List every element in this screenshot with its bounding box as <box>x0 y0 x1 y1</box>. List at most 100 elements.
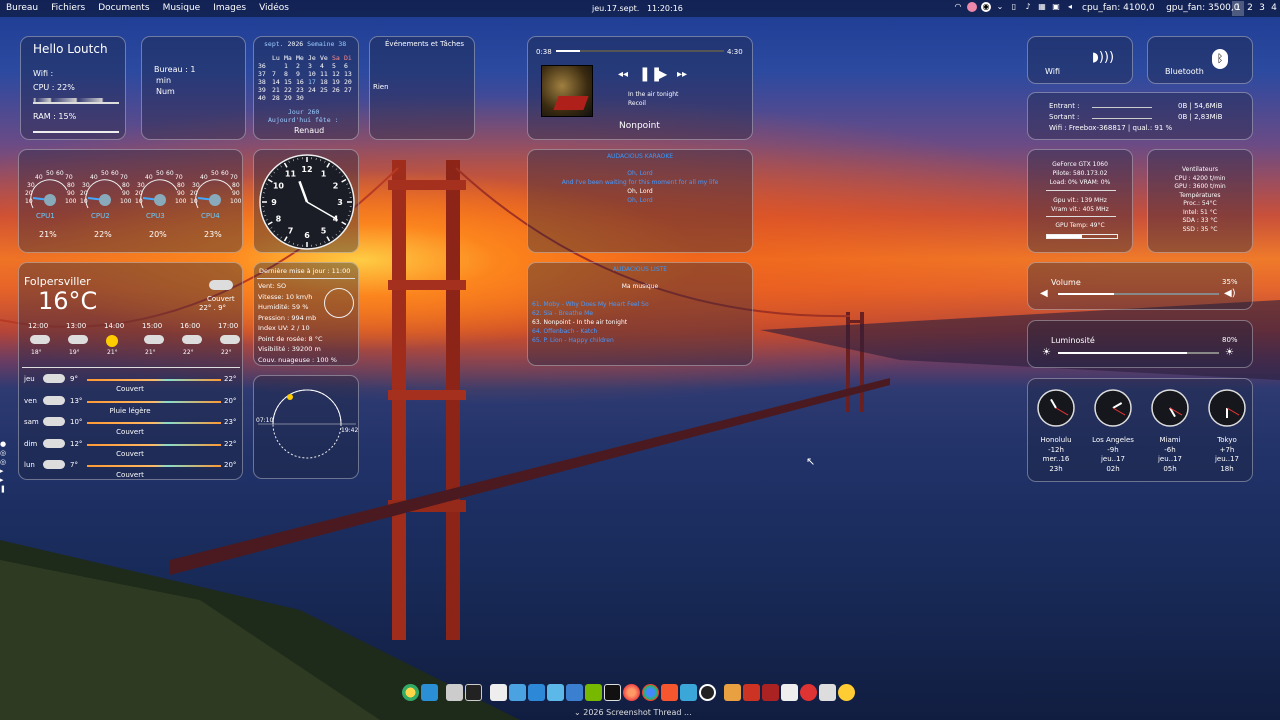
apps-grid-icon[interactable] <box>446 684 463 701</box>
package-icon[interactable] <box>724 684 741 701</box>
play-icon[interactable]: ▶ <box>658 67 667 81</box>
menu-images[interactable]: Images <box>213 3 246 13</box>
wifi-tray-icon[interactable]: ◠ <box>953 2 963 12</box>
launcher-star-icon[interactable] <box>402 684 419 701</box>
printer-icon[interactable] <box>490 684 507 701</box>
menu-musique[interactable]: Musique <box>163 3 201 13</box>
settings-icon[interactable] <box>680 684 697 701</box>
cal-day[interactable]: 10 <box>308 70 320 78</box>
cal-day[interactable]: 12 <box>332 70 344 78</box>
cal-day[interactable]: 5 <box>332 62 344 70</box>
playlist-item[interactable]: 65. P. Lion - Happy children <box>532 337 614 344</box>
rewind-icon[interactable]: ◂◂ <box>618 69 628 80</box>
workspace-4[interactable]: 4 <box>1268 1 1280 16</box>
volume-high-icon[interactable]: ◀) <box>1224 288 1236 299</box>
chevron-down-icon[interactable]: ⌄ <box>995 2 1005 12</box>
cal-day[interactable]: 11 <box>320 70 332 78</box>
progress-track[interactable] <box>556 50 724 52</box>
taskbar-window[interactable]: ⌄ 2026 Screenshot Thread ... <box>574 708 692 717</box>
emoji-icon[interactable] <box>838 684 855 701</box>
lock-icon[interactable]: ▣ <box>1051 2 1061 12</box>
trash-icon[interactable] <box>819 684 836 701</box>
network-icon[interactable]: ▦ <box>1037 2 1047 12</box>
left-edge-icon[interactable]: ▸ <box>0 467 10 476</box>
wifi-toggle[interactable]: Wifi ◗))) <box>1027 36 1133 84</box>
terminal-icon[interactable] <box>465 684 482 701</box>
left-edge-icon[interactable]: ▸ <box>0 476 10 485</box>
cal-day[interactable]: 30 <box>296 94 308 102</box>
firefox-icon[interactable] <box>623 684 640 701</box>
obs-icon[interactable] <box>699 684 716 701</box>
cal-day[interactable]: 8 <box>284 70 296 78</box>
notification-bell-icon[interactable]: ♪ <box>1023 2 1033 12</box>
desktop-icon[interactable] <box>421 684 438 701</box>
volume-icon[interactable]: ◂ <box>1065 2 1075 12</box>
playlist-item-current[interactable]: 63. Nonpoint - In the air tonight <box>532 319 627 326</box>
cal-day[interactable] <box>272 62 284 70</box>
cal-day[interactable]: 7 <box>272 70 284 78</box>
menu-videos[interactable]: Vidéos <box>259 3 289 13</box>
cal-day[interactable]: 6 <box>344 62 356 70</box>
playlist-item[interactable]: 61. Moby - Why Does My Heart Feel So <box>532 301 649 308</box>
playlist-item[interactable]: 64. Offenbach - Katch <box>532 328 597 335</box>
app-tray-icon[interactable] <box>967 2 977 12</box>
cal-day[interactable]: 17 <box>308 78 320 86</box>
nvidia-icon[interactable] <box>585 684 602 701</box>
cal-day[interactable]: 29 <box>284 94 296 102</box>
left-edge-icon[interactable]: ◎ <box>0 449 10 458</box>
remote-icon[interactable] <box>528 684 545 701</box>
cal-day[interactable]: 15 <box>284 78 296 86</box>
cal-day[interactable]: 25 <box>320 86 332 94</box>
cal-day[interactable]: 16 <box>296 78 308 86</box>
menu-documents[interactable]: Documents <box>98 3 149 13</box>
clipboard-icon[interactable]: ▯ <box>1009 2 1019 12</box>
cal-day[interactable] <box>308 94 320 102</box>
cal-day[interactable] <box>344 94 356 102</box>
cal-day[interactable]: 23 <box>296 86 308 94</box>
cal-day[interactable]: 21 <box>272 86 284 94</box>
pdf-icon[interactable] <box>743 684 760 701</box>
cal-day[interactable] <box>320 94 332 102</box>
brave-icon[interactable] <box>661 684 678 701</box>
left-edge-icon[interactable]: ◎ <box>0 458 10 467</box>
cal-day[interactable]: 19 <box>332 78 344 86</box>
cal-day[interactable]: 22 <box>284 86 296 94</box>
forward-icon[interactable]: ▸▸ <box>677 69 687 80</box>
playlist-item[interactable]: 62. Sia - Breathe Me <box>532 310 593 317</box>
cal-day[interactable]: 27 <box>344 86 356 94</box>
chrome-icon[interactable] <box>642 684 659 701</box>
cal-day[interactable]: 26 <box>332 86 344 94</box>
cal-day[interactable]: 9 <box>296 70 308 78</box>
bluetooth-toggle[interactable]: Bluetooth ᛒ <box>1147 36 1253 84</box>
archive-icon[interactable] <box>762 684 779 701</box>
cal-day[interactable] <box>332 94 344 102</box>
network-app-icon[interactable] <box>566 684 583 701</box>
cal-day[interactable]: 3 <box>308 62 320 70</box>
left-edge-icon[interactable]: ● <box>0 440 10 449</box>
brightness-low-icon[interactable]: ☀ <box>1042 347 1051 358</box>
brightness-high-icon[interactable]: ☀ <box>1225 347 1234 358</box>
cal-day[interactable]: 20 <box>344 78 356 86</box>
menu-bureau[interactable]: Bureau <box>6 3 38 13</box>
cal-day[interactable]: 24 <box>308 86 320 94</box>
workspace-2[interactable]: 2 <box>1244 1 1256 16</box>
left-edge-icon[interactable]: ❚ <box>0 485 10 494</box>
cal-day[interactable]: 14 <box>272 78 284 86</box>
cal-day[interactable]: 1 <box>284 62 296 70</box>
cal-day[interactable]: 13 <box>344 70 356 78</box>
download-icon[interactable] <box>547 684 564 701</box>
cal-day[interactable]: 4 <box>320 62 332 70</box>
top-clock[interactable]: jeu.17.sept. 11:20:16 <box>592 4 683 13</box>
document-icon[interactable] <box>781 684 798 701</box>
close-icon[interactable] <box>800 684 817 701</box>
menu-fichiers[interactable]: Fichiers <box>51 3 85 13</box>
obs-tray-icon[interactable]: ◉ <box>981 2 991 12</box>
cal-day[interactable]: 28 <box>272 94 284 102</box>
cal-day[interactable]: 2 <box>296 62 308 70</box>
volume-low-icon[interactable]: ◀ <box>1040 288 1048 299</box>
vim-icon[interactable] <box>604 684 621 701</box>
monitor-icon[interactable] <box>509 684 526 701</box>
cal-day[interactable]: 18 <box>320 78 332 86</box>
workspace-1[interactable]: 1 <box>1232 1 1244 16</box>
workspace-3[interactable]: 3 <box>1256 1 1268 16</box>
